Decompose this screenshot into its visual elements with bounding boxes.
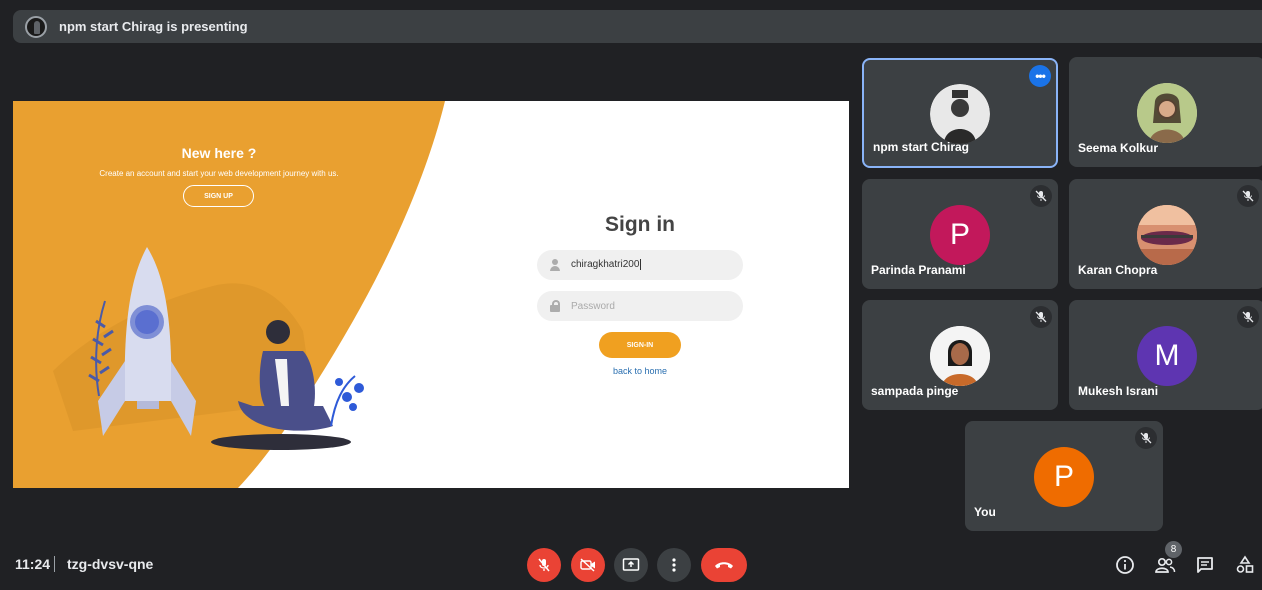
people-count-badge: 8 xyxy=(1165,541,1182,558)
presenting-text: npm start Chirag is presenting xyxy=(59,19,248,34)
mic-off-icon xyxy=(1237,185,1259,207)
activities-icon xyxy=(1236,555,1254,573)
meeting-time: 11:24 xyxy=(15,556,51,572)
participant-name: Seema Kolkur xyxy=(1078,141,1159,155)
chat-icon xyxy=(1197,557,1213,573)
user-icon xyxy=(549,259,561,271)
new-here-section: New here ? Create an account and start y… xyxy=(13,145,425,178)
username-value: chiragkhatri200 xyxy=(571,259,642,271)
new-here-title: New here ? xyxy=(181,145,257,161)
more-options-icon[interactable]: ••• xyxy=(1029,65,1051,87)
participant-tile-npm-start-chirag[interactable]: ••• npm start Chirag xyxy=(862,58,1058,168)
shared-screen: New here ? Create an account and start y… xyxy=(13,101,849,488)
mic-off-icon xyxy=(1030,306,1052,328)
camera-off-icon xyxy=(580,558,595,572)
present-screen-button[interactable] xyxy=(614,548,648,582)
mic-toggle-button[interactable] xyxy=(527,548,561,582)
participant-name: sampada pinge xyxy=(871,384,959,398)
participant-name: Mukesh Israni xyxy=(1078,384,1159,398)
mic-off-icon xyxy=(538,558,550,572)
meeting-details-button[interactable] xyxy=(1113,553,1137,577)
presenter-avatar xyxy=(25,15,47,38)
camera-toggle-button[interactable] xyxy=(571,548,605,582)
participant-tile-mukesh-israni[interactable]: M Mukesh Israni xyxy=(1069,300,1262,410)
mic-off-icon xyxy=(1135,427,1157,449)
leave-call-button[interactable] xyxy=(701,548,747,582)
participant-tile-parinda-pranami[interactable]: P Parinda Pranami xyxy=(862,179,1058,289)
participant-name: You xyxy=(974,505,996,519)
meeting-code: tzg-dvsv-qne xyxy=(67,556,154,572)
participant-name: Parinda Pranami xyxy=(871,263,966,277)
participant-name: npm start Chirag xyxy=(873,140,970,154)
back-to-home-link: back to home xyxy=(612,366,668,376)
participant-initial-avatar: M xyxy=(1137,326,1197,386)
info-icon xyxy=(1116,556,1134,574)
password-field: Password xyxy=(537,291,743,321)
more-options-button[interactable] xyxy=(657,548,691,582)
participant-photo xyxy=(930,326,990,386)
participant-photo xyxy=(1137,83,1197,143)
participant-photo xyxy=(930,84,990,144)
password-placeholder: Password xyxy=(571,300,615,312)
new-here-subtitle: Create an account and start your web dev… xyxy=(99,169,339,178)
divider xyxy=(54,556,55,572)
participant-initial-avatar: P xyxy=(930,205,990,265)
participant-tile-seema-kolkur[interactable]: Seema Kolkur xyxy=(1069,57,1262,167)
participant-photo xyxy=(1137,205,1197,265)
chat-button[interactable] xyxy=(1193,553,1217,577)
signin-title: Sign in xyxy=(605,213,675,236)
participant-tile-you[interactable]: P You xyxy=(965,421,1163,531)
lock-icon xyxy=(549,300,561,312)
participant-tile-sampada-pinge[interactable]: sampada pinge xyxy=(862,300,1058,410)
mic-off-icon xyxy=(1030,185,1052,207)
present-screen-icon xyxy=(622,558,640,571)
presenting-bar: npm start Chirag is presenting xyxy=(13,10,1262,43)
more-vert-icon xyxy=(672,558,676,572)
participant-name: Karan Chopra xyxy=(1078,263,1158,277)
participant-tile-karan-chopra[interactable]: Karan Chopra xyxy=(1069,179,1262,289)
signin-button: SIGN-IN xyxy=(599,332,681,358)
signup-button: SIGN UP xyxy=(183,185,254,207)
mic-off-icon xyxy=(1237,306,1259,328)
participant-initial-avatar: P xyxy=(1034,447,1094,507)
activities-button[interactable] xyxy=(1233,553,1257,577)
people-icon xyxy=(1155,557,1176,573)
username-field: chiragkhatri200 xyxy=(537,250,743,280)
hang-up-icon xyxy=(715,562,733,569)
